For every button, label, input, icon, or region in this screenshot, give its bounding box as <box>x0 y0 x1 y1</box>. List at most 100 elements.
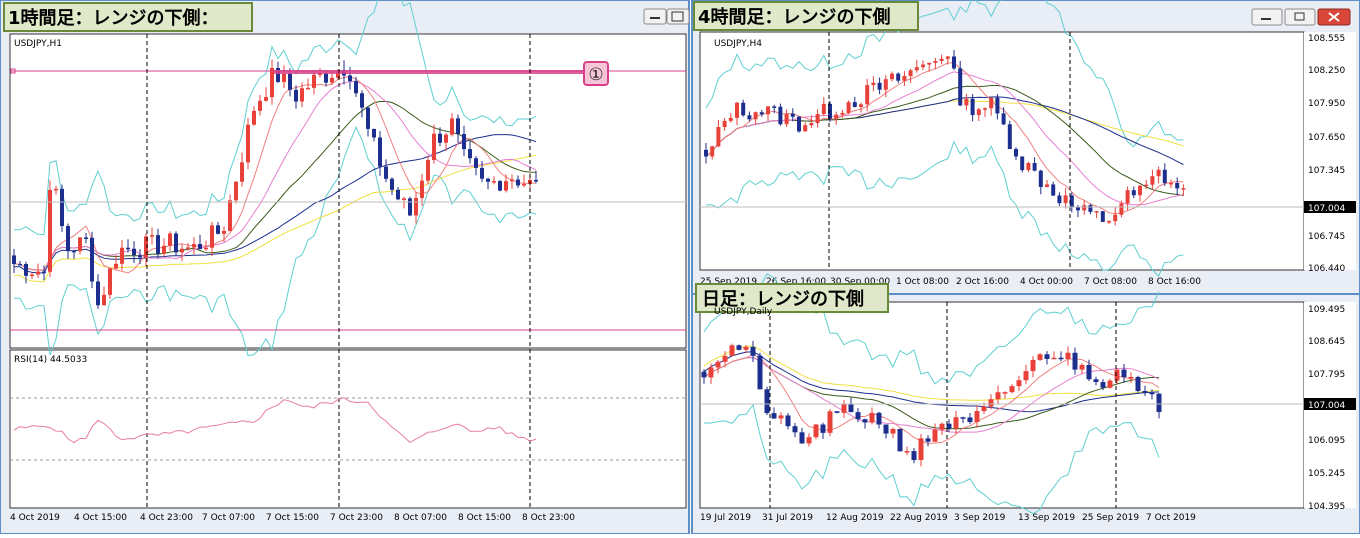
h1-candle <box>240 162 244 182</box>
h4-candle <box>1119 203 1124 215</box>
h1-candle <box>444 134 448 143</box>
h4-candle <box>803 125 808 132</box>
h4-candle <box>797 116 801 132</box>
h1-maximize-button[interactable] <box>666 8 690 25</box>
h4-x-axis-label: 2 Oct 16:00 <box>956 277 1009 287</box>
d1-candle <box>729 345 735 356</box>
h4-candle <box>933 61 938 63</box>
d1-candle <box>1023 371 1029 381</box>
h1-candle <box>420 180 424 198</box>
h4-candle <box>1100 211 1105 222</box>
d1-candle <box>981 406 987 412</box>
h1-symbol-label: USDJPY,H1 <box>14 39 62 49</box>
h1-candle <box>216 225 220 234</box>
range-marker-1[interactable]: ① <box>583 61 609 86</box>
h4-candle <box>976 109 981 116</box>
h1-rsi-pane[interactable] <box>9 349 687 509</box>
d1-candle <box>757 355 763 390</box>
h1-candle <box>282 73 286 83</box>
d1-candle <box>939 423 945 430</box>
h4-x-axis-label: 7 Oct 08:00 <box>1084 277 1137 287</box>
h4-candle <box>865 85 870 105</box>
h4-candle <box>989 97 994 109</box>
h1-candle <box>324 73 328 83</box>
d1-candle <box>1065 352 1071 360</box>
h1-candle <box>18 263 22 266</box>
h4-y-axis-label: 108.250 <box>1308 66 1345 76</box>
h4-candle <box>809 123 814 126</box>
h1-candle <box>372 128 376 138</box>
h4-candle <box>1014 149 1018 157</box>
d1-candle <box>1037 354 1043 360</box>
d1-candle <box>750 346 756 356</box>
h1-candle <box>102 294 106 306</box>
h4-candle <box>1032 163 1037 171</box>
h1-candle <box>72 250 76 253</box>
h1-title-label: 1時間足：レンジの下側： <box>3 2 253 32</box>
h4-candle <box>877 82 882 90</box>
h4-title-label: 4時間足：レンジの下側 <box>693 1 919 31</box>
d1-x-axis-label: 7 Oct 2019 <box>1146 513 1196 523</box>
h4-candle <box>1107 221 1111 223</box>
h4-candle <box>778 106 783 125</box>
h4-candle <box>958 68 963 106</box>
d1-candle <box>918 438 924 461</box>
h4-candle <box>741 102 746 116</box>
d1-candle <box>1051 357 1057 360</box>
h1-candle <box>264 97 268 101</box>
h1-x-axis-label: 8 Oct 07:00 <box>394 513 447 523</box>
d1-current-price-text: 107.004 <box>1308 401 1345 411</box>
h4-candle <box>1125 190 1130 204</box>
d1-candle <box>869 412 875 423</box>
d1-price-pane[interactable] <box>699 301 1305 509</box>
h1-candle <box>126 247 130 250</box>
h4-candle <box>790 113 795 117</box>
terminal-workspace: 4 Oct 2019 4 Oct 15:00 4 Oct 23:00 7 Oct 07… <box>0 0 1360 535</box>
h4-candle <box>896 73 901 81</box>
h1-candle <box>510 179 514 182</box>
h1-minimize-button[interactable] <box>643 8 667 25</box>
h4-minimize-button[interactable] <box>1251 8 1283 26</box>
d1-x-axis-label: 19 Jul 2019 <box>700 513 751 523</box>
h4-candle <box>784 113 789 125</box>
h4-x-axis-label: 8 Oct 16:00 <box>1148 277 1201 287</box>
h1-candle <box>198 243 202 250</box>
h1-candle <box>498 181 502 191</box>
d1-candle <box>1156 393 1162 412</box>
d1-candle <box>1100 382 1106 388</box>
h1-rsi-label: RSI(14) 44.5033 <box>14 355 87 365</box>
h4-restore-button[interactable] <box>1284 8 1316 26</box>
h1-candle <box>366 107 370 129</box>
h1-candle <box>432 133 436 160</box>
h4-candle <box>902 76 907 81</box>
d1-candle <box>834 411 840 413</box>
d1-candle <box>925 438 931 442</box>
h4-close-button[interactable] <box>1317 8 1351 26</box>
d1-candle <box>1114 369 1120 381</box>
h1-x-axis-label: 7 Oct 15:00 <box>266 513 319 523</box>
d1-symbol-label: USDJPY,Daily <box>714 307 773 317</box>
h1-candle <box>156 235 160 254</box>
d1-candle <box>736 345 742 350</box>
h4-y-axis-label: 107.345 <box>1308 166 1345 176</box>
h1-candle <box>516 179 520 186</box>
h4-symbol-label: USDJPY,H4 <box>714 39 762 49</box>
h1-x-axis-label: 4 Oct 15:00 <box>74 513 127 523</box>
d1-candle <box>1072 352 1078 370</box>
h4-candle <box>1144 184 1149 187</box>
h1-candle <box>186 247 190 249</box>
d1-x-axis-label: 25 Sep 2019 <box>1082 513 1139 523</box>
h4-x-axis-label: 4 Oct 00:00 <box>1020 277 1073 287</box>
h1-candle <box>138 255 142 258</box>
h1-candle <box>30 274 34 277</box>
h1-candle <box>270 67 274 98</box>
d1-candle <box>799 432 805 444</box>
d1-candle <box>890 428 896 434</box>
h1-candle <box>24 264 28 276</box>
h1-candle <box>384 166 388 179</box>
h1-candle <box>12 255 16 264</box>
h1-candle <box>258 100 262 111</box>
h1-candle <box>492 181 496 183</box>
d1-y-axis-label: 105.245 <box>1308 469 1345 479</box>
d1-candle <box>848 404 854 413</box>
